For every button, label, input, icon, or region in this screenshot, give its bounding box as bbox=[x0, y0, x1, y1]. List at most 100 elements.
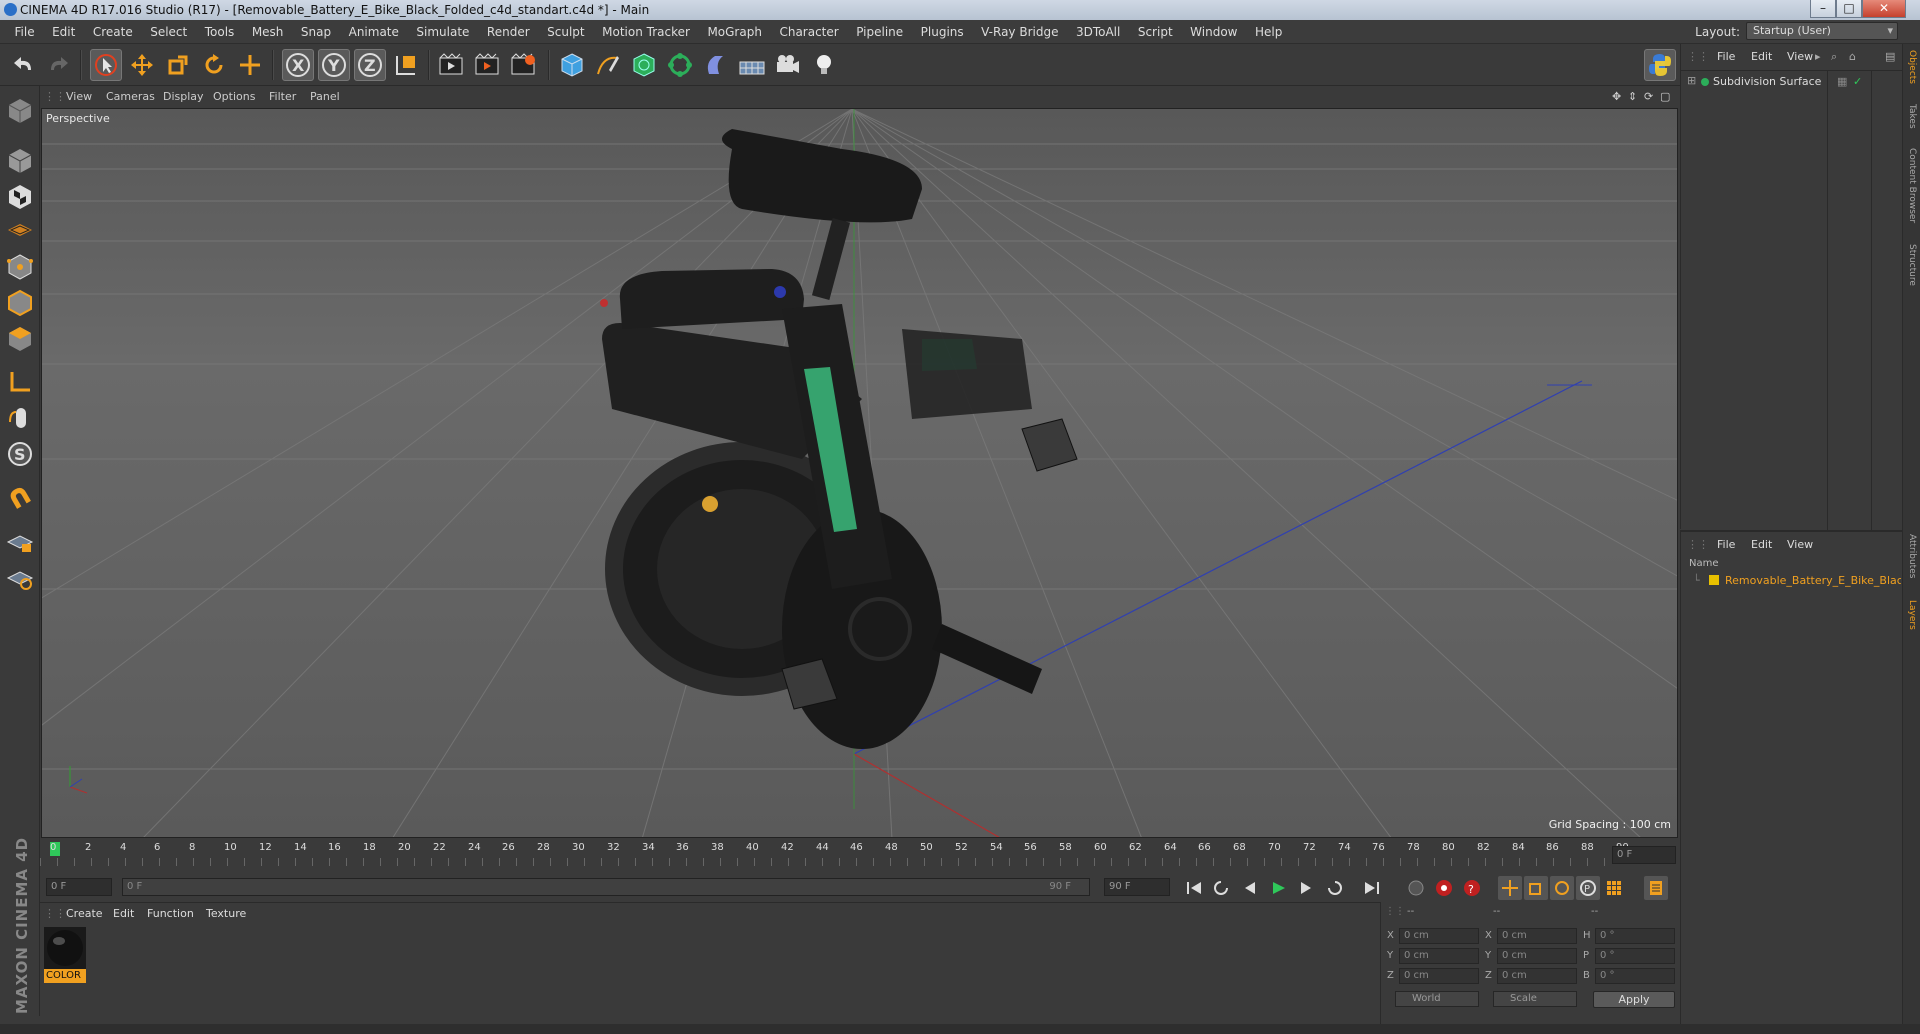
move-tool-icon[interactable] bbox=[126, 49, 158, 81]
polygons-mode-icon[interactable] bbox=[4, 322, 36, 354]
x-axis-lock-icon[interactable]: X bbox=[282, 49, 314, 81]
render-to-picture-viewer-icon[interactable] bbox=[472, 49, 504, 81]
z-axis-lock-icon[interactable]: Z bbox=[354, 49, 386, 81]
tab-layers[interactable]: Layers bbox=[1907, 600, 1917, 630]
object-menu-file[interactable]: File bbox=[1717, 50, 1735, 63]
menu-motion-tracker[interactable]: Motion Tracker bbox=[595, 20, 697, 44]
tab-structure[interactable]: Structure bbox=[1907, 244, 1917, 286]
rotate-tool-icon[interactable] bbox=[198, 49, 230, 81]
viewport-menu-panel[interactable]: Panel bbox=[310, 90, 340, 103]
planar-workplane-icon[interactable] bbox=[4, 562, 36, 594]
points-mode-icon[interactable] bbox=[4, 250, 36, 282]
make-editable-icon[interactable] bbox=[4, 94, 36, 126]
python-icon[interactable] bbox=[1644, 49, 1676, 81]
tweak-mode-icon[interactable] bbox=[4, 402, 36, 434]
material-menu-create[interactable]: Create bbox=[66, 907, 103, 920]
menu-window[interactable]: Window bbox=[1183, 20, 1244, 44]
material-menu-texture[interactable]: Texture bbox=[206, 907, 246, 920]
rot-b-field[interactable]: 0 ° bbox=[1595, 968, 1675, 984]
layer-row[interactable]: └ Removable_Battery_E_Bike_Black_ bbox=[1681, 572, 1903, 588]
cube-primitive-icon[interactable] bbox=[556, 49, 588, 81]
menu-edit[interactable]: Edit bbox=[45, 20, 82, 44]
maximize-button[interactable]: □ bbox=[1836, 0, 1862, 18]
menu-animate[interactable]: Animate bbox=[342, 20, 406, 44]
subdivision-surface-icon[interactable] bbox=[628, 49, 660, 81]
menu-tools[interactable]: Tools bbox=[198, 20, 242, 44]
size-y-field[interactable]: 0 cm bbox=[1497, 948, 1577, 964]
viewport-menu-options[interactable]: Options bbox=[213, 90, 255, 103]
record-keys-icon[interactable] bbox=[1432, 876, 1456, 900]
key-position-icon[interactable] bbox=[1498, 876, 1522, 900]
previous-key-icon[interactable] bbox=[1210, 876, 1234, 900]
menu-select[interactable]: Select bbox=[143, 20, 194, 44]
start-frame-field[interactable]: 0 F bbox=[46, 878, 112, 896]
viewport-maximize-icon[interactable]: ▢ bbox=[1660, 90, 1670, 103]
tab-objects[interactable]: Objects bbox=[1907, 50, 1917, 84]
undo-icon[interactable] bbox=[8, 49, 40, 81]
menu-file[interactable]: File bbox=[8, 20, 42, 44]
object-row-subdivision-surface[interactable]: ⊞ Subdivision Surface ▦ ✓ bbox=[1681, 74, 1903, 90]
ebike-model[interactable] bbox=[600, 129, 1078, 749]
snap-enable-icon[interactable]: S bbox=[4, 438, 36, 470]
next-frame-icon[interactable] bbox=[1294, 876, 1318, 900]
go-to-end-icon[interactable] bbox=[1360, 876, 1384, 900]
pos-y-field[interactable]: 0 cm bbox=[1399, 948, 1479, 964]
menu-help[interactable]: Help bbox=[1248, 20, 1289, 44]
viewport-menu-display[interactable]: Display bbox=[163, 90, 204, 103]
viewport-rotate-icon[interactable]: ⟳ bbox=[1644, 90, 1653, 103]
viewport-menu-view[interactable]: View bbox=[66, 90, 92, 103]
render-view-icon[interactable] bbox=[436, 49, 468, 81]
minimize-button[interactable]: – bbox=[1810, 0, 1836, 18]
coordinate-mode-dropdown[interactable]: World bbox=[1395, 991, 1479, 1007]
lock-workplane-icon[interactable] bbox=[4, 526, 36, 558]
next-key-icon[interactable] bbox=[1322, 876, 1346, 900]
menu-mesh[interactable]: Mesh bbox=[245, 20, 291, 44]
size-z-field[interactable]: 0 cm bbox=[1497, 968, 1577, 984]
autokeying-icon[interactable]: ? bbox=[1460, 876, 1484, 900]
material-menu-function[interactable]: Function bbox=[147, 907, 194, 920]
menu-render[interactable]: Render bbox=[480, 20, 537, 44]
workplane-mode-icon[interactable] bbox=[4, 214, 36, 246]
layer-menu-edit[interactable]: Edit bbox=[1751, 538, 1772, 551]
tab-takes[interactable]: Takes bbox=[1907, 104, 1917, 129]
go-to-start-icon[interactable] bbox=[1182, 876, 1206, 900]
object-edit-icon[interactable]: ▦ bbox=[1837, 75, 1847, 88]
menu-sculpt[interactable]: Sculpt bbox=[540, 20, 591, 44]
size-mode-dropdown[interactable]: Scale bbox=[1493, 991, 1577, 1007]
menu-create[interactable]: Create bbox=[86, 20, 140, 44]
size-x-field[interactable]: 0 cm bbox=[1497, 928, 1577, 944]
model-mode-icon[interactable] bbox=[4, 144, 36, 176]
play-icon[interactable] bbox=[1266, 876, 1290, 900]
camera-icon[interactable] bbox=[772, 49, 804, 81]
viewport-menu-filter[interactable]: Filter bbox=[269, 90, 296, 103]
layout-dropdown[interactable]: Startup (User) bbox=[1746, 22, 1898, 40]
rot-p-field[interactable]: 0 ° bbox=[1595, 948, 1675, 964]
menu-script[interactable]: Script bbox=[1131, 20, 1180, 44]
close-button[interactable]: ✕ bbox=[1862, 0, 1906, 18]
viewport-move-icon[interactable]: ✥ bbox=[1612, 90, 1621, 103]
texture-mode-icon[interactable] bbox=[4, 180, 36, 212]
frame-range-slider[interactable]: 0 F 90 F bbox=[122, 878, 1090, 896]
select-arrow-icon[interactable] bbox=[90, 49, 122, 81]
layer-menu-file[interactable]: File bbox=[1717, 538, 1735, 551]
scale-tool-icon[interactable] bbox=[162, 49, 194, 81]
object-menu-edit[interactable]: Edit bbox=[1751, 50, 1772, 63]
axis-mode-icon[interactable] bbox=[4, 366, 36, 398]
key-rotation-icon[interactable] bbox=[1550, 876, 1574, 900]
edges-mode-icon[interactable] bbox=[4, 286, 36, 318]
menu-character[interactable]: Character bbox=[772, 20, 845, 44]
object-menu-more-icon[interactable]: ▸ bbox=[1815, 50, 1821, 63]
layer-color-swatch[interactable] bbox=[1709, 575, 1719, 585]
object-menu-view[interactable]: View bbox=[1787, 50, 1813, 63]
recent-tools-icon[interactable] bbox=[234, 49, 266, 81]
object-home-icon[interactable]: ⌂ bbox=[1849, 50, 1856, 63]
perspective-viewport[interactable]: Perspective Grid Spacing : 100 cm bbox=[41, 108, 1678, 838]
menu-pipeline[interactable]: Pipeline bbox=[849, 20, 910, 44]
spline-pen-icon[interactable] bbox=[592, 49, 624, 81]
key-parameter-icon[interactable]: P bbox=[1576, 876, 1600, 900]
viewport-menu-cameras[interactable]: Cameras bbox=[106, 90, 155, 103]
menu-snap[interactable]: Snap bbox=[294, 20, 338, 44]
previous-frame-icon[interactable] bbox=[1238, 876, 1262, 900]
object-search-icon[interactable]: ⌕ bbox=[1831, 50, 1837, 64]
menu-simulate[interactable]: Simulate bbox=[409, 20, 476, 44]
